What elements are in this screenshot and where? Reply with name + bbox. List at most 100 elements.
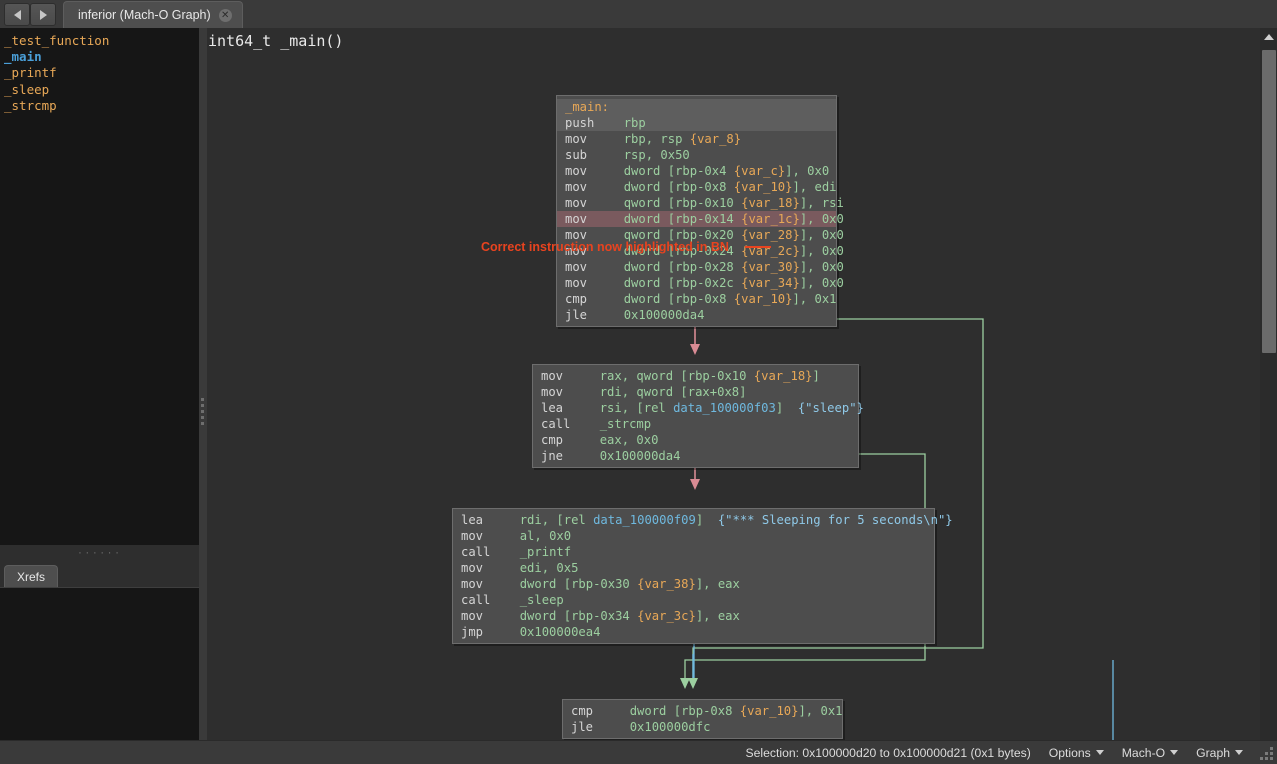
token-reg: ], eax [696, 609, 740, 623]
scroll-up-icon[interactable] [1264, 34, 1274, 40]
token-mn: mov [565, 196, 587, 210]
annotation-leader-line [745, 246, 771, 248]
disassembly-line[interactable]: mov rdi, qword [rax+0x8] [533, 384, 858, 400]
disassembly-line[interactable]: jle 0x100000dfc [563, 719, 842, 735]
token-num: 0x0 [636, 433, 658, 447]
tab-inferior-macho-graph[interactable]: inferior (Mach-O Graph) ✕ [63, 1, 243, 28]
binary-ninja-window: inferior (Mach-O Graph) ✕ _test_function… [0, 0, 1277, 764]
token-num: 0x50 [660, 148, 689, 162]
token-num: 0x5 [556, 561, 578, 575]
graph-menu-label: Graph [1196, 746, 1230, 760]
token-str: {"*** Sleeping for 5 seconds\n"} [718, 513, 953, 527]
disassembly-line[interactable]: mov dword [rbp-0x4 {var_c}], 0x0 [557, 163, 836, 179]
token-mn: mov [565, 260, 587, 274]
disassembly-line[interactable]: mov dword [rbp-0x8 {var_10}], edi [557, 179, 836, 195]
function-list-item[interactable]: _sleep [4, 82, 199, 98]
token-pnc [483, 577, 520, 591]
disassembly-line[interactable]: cmp eax, 0x0 [533, 432, 858, 448]
disassembly-line[interactable]: call _sleep [453, 592, 934, 608]
token-reg: dword [rbp-0x30 [520, 577, 637, 591]
disassembly-line[interactable]: mov edi, 0x5 [453, 560, 934, 576]
disassembly-line[interactable]: cmp dword [rbp-0x8 {var_10}], 0x1 [557, 291, 836, 307]
disassembly-line[interactable]: mov rbp, rsp {var_8} [557, 131, 836, 147]
token-mn: mov [565, 276, 587, 290]
disassembly-line[interactable]: mov dword [rbp-0x28 {var_30}], 0x0 [557, 259, 836, 275]
disassembly-line[interactable]: jle 0x100000da4 [557, 307, 836, 323]
token-pnc [490, 593, 519, 607]
token-reg: rax, qword [rbp-0x10 [600, 369, 754, 383]
basic-block-entry[interactable]: _main:push rbpmov rbp, rsp {var_8}sub rs… [556, 95, 837, 327]
token-num: 0x0 [822, 244, 844, 258]
disassembly-line[interactable]: lea rsi, [rel data_100000f03] {"sleep"} [533, 400, 858, 416]
sidebar-horizontal-splitter[interactable]: ······ [0, 545, 199, 563]
main-vertical-splitter[interactable] [199, 28, 207, 764]
tab-xrefs[interactable]: Xrefs [4, 565, 58, 587]
graph-canvas[interactable]: _main:push rbpmov rbp, rsp {var_8}sub rs… [207, 54, 1277, 740]
token-pnc [563, 401, 600, 415]
function-list-item[interactable]: _printf [4, 65, 199, 81]
disassembly-line[interactable]: call _printf [453, 544, 934, 560]
chevron-down-icon [1235, 750, 1243, 755]
disassembly-line[interactable]: mov dword [rbp-0x2c {var_34}], 0x0 [557, 275, 836, 291]
function-list-item[interactable]: _strcmp [4, 98, 199, 114]
disassembly-line[interactable]: sub rsp, 0x50 [557, 147, 836, 163]
token-pnc [563, 369, 600, 383]
disassembly-line[interactable]: cmp dword [rbp-0x8 {var_10}], 0x1 [563, 703, 842, 719]
status-bar: Selection: 0x100000d20 to 0x100000d21 (0… [0, 740, 1277, 764]
disassembly-line[interactable]: jmp 0x100000ea4 [453, 624, 934, 640]
close-icon[interactable]: ✕ [219, 9, 232, 22]
nav-back-button[interactable] [4, 3, 30, 26]
token-reg: ], [800, 244, 822, 258]
disassembly-line[interactable]: mov dword [rbp-0x14 {var_1c}], 0x0 [557, 211, 836, 227]
token-sym: _printf [520, 545, 571, 559]
token-mn: mov [565, 180, 587, 194]
basic-block-cmp2[interactable]: cmp dword [rbp-0x8 {var_10}], 0x1jle 0x1… [562, 699, 843, 739]
token-pnc [570, 417, 599, 431]
token-reg: rbp [624, 116, 646, 130]
token-var: {var_38} [637, 577, 696, 591]
disassembly-line[interactable]: mov dword [rbp-0x30 {var_38}], eax [453, 576, 934, 592]
token-num: 0x0 [549, 529, 571, 543]
disassembly-line[interactable]: push rbp [557, 115, 836, 131]
basic-block-sleep[interactable]: lea rdi, [rel data_100000f09] {"*** Slee… [452, 508, 935, 644]
function-list-item[interactable]: _main [4, 49, 199, 65]
disassembly-line[interactable]: lea rdi, [rel data_100000f09] {"*** Slee… [453, 512, 934, 528]
token-num: 0x1 [814, 292, 836, 306]
resize-grip-icon[interactable] [1260, 747, 1274, 761]
token-pnc [594, 116, 623, 130]
token-var: {var_8} [690, 132, 741, 146]
graph-pane[interactable]: int64_t _main() [207, 28, 1277, 740]
token-reg: ] [813, 369, 820, 383]
disassembly-line[interactable]: mov dword [rbp-0x34 {var_3c}], eax [453, 608, 934, 624]
token-mn: call [461, 545, 490, 559]
token-reg: rdi, [rel [520, 513, 593, 527]
function-list[interactable]: _test_function_main_printf_sleep_strcmp [0, 28, 199, 545]
nav-forward-button[interactable] [30, 3, 56, 26]
token-reg: ], [792, 292, 814, 306]
disassembly-line[interactable]: _main: [557, 99, 836, 115]
basic-block-strcmp[interactable]: mov rax, qword [rbp-0x10 {var_18}]mov rd… [532, 364, 859, 468]
graph-menu[interactable]: Graph [1196, 746, 1243, 760]
options-menu[interactable]: Options [1049, 746, 1104, 760]
token-mn: mov [565, 212, 587, 226]
vertical-scrollbar[interactable] [1260, 28, 1277, 740]
disassembly-line[interactable]: call _strcmp [533, 416, 858, 432]
xrefs-panel[interactable] [0, 587, 199, 764]
scrollbar-thumb[interactable] [1262, 50, 1276, 353]
macho-menu[interactable]: Mach-O [1122, 746, 1178, 760]
token-var: {var_18} [754, 369, 813, 383]
token-reg: dword [rbp-0x2c [624, 276, 741, 290]
token-str: {"sleep"} [798, 401, 864, 415]
annotation-label: Correct instruction now highlighted in B… [481, 240, 729, 254]
token-sym: _sleep [520, 593, 564, 607]
disassembly-line[interactable]: mov al, 0x0 [453, 528, 934, 544]
disassembly-line[interactable]: mov rax, qword [rbp-0x10 {var_18}] [533, 368, 858, 384]
token-mn: mov [541, 385, 563, 399]
disassembly-line[interactable]: mov qword [rbp-0x10 {var_18}], rsi [557, 195, 836, 211]
token-reg: ] [776, 401, 798, 415]
disassembly-line[interactable]: jne 0x100000da4 [533, 448, 858, 464]
token-reg: rdi, qword [rax+0x8] [600, 385, 747, 399]
token-reg: ], [800, 228, 822, 242]
function-list-item[interactable]: _test_function [4, 33, 199, 49]
token-pnc [587, 260, 624, 274]
